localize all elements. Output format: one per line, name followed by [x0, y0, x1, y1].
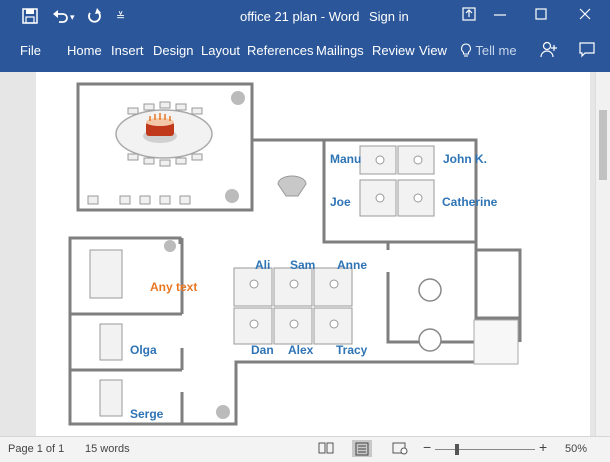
print-layout-icon[interactable]: [352, 440, 372, 457]
document-page[interactable]: Manu John K. Joe Catherine Ali Sam Anne …: [36, 72, 590, 436]
tell-me-label: Tell me: [475, 43, 517, 58]
vertical-scrollbar[interactable]: [595, 72, 610, 436]
undo-dropdown-icon[interactable]: ▾: [70, 12, 75, 23]
zoom-slider[interactable]: [435, 444, 535, 455]
customize-qat-icon[interactable]: ≚: [116, 10, 125, 23]
label-catherine: Catherine: [442, 195, 498, 209]
sign-in-link[interactable]: Sign in: [369, 9, 409, 24]
page-count[interactable]: Page 1 of 1: [8, 443, 64, 455]
label-olga: Olga: [130, 343, 157, 357]
label-alex: Alex: [288, 343, 314, 357]
zoom-out-button[interactable]: −: [423, 439, 431, 455]
label-sam: Sam: [290, 258, 316, 272]
tab-file[interactable]: File: [20, 43, 41, 58]
redo-icon[interactable]: [86, 8, 102, 24]
ribbon-display-icon[interactable]: [462, 7, 476, 21]
round-table: [418, 278, 442, 352]
tab-insert[interactable]: Insert: [111, 43, 144, 58]
document-title: office 21 plan - Word: [240, 9, 360, 24]
maximize-icon[interactable]: [534, 7, 548, 21]
web-layout-icon[interactable]: [392, 441, 408, 455]
close-icon[interactable]: [578, 7, 592, 21]
ribbon-tab-bar: File Home Insert Design Layout Reference…: [0, 36, 610, 72]
read-mode-icon[interactable]: [318, 441, 334, 455]
label-joe: Joe: [330, 195, 351, 209]
tab-view[interactable]: View: [419, 43, 447, 58]
lightbulb-icon: [460, 43, 472, 57]
floor-plan-drawing: [68, 82, 522, 426]
zoom-in-button[interactable]: +: [539, 439, 547, 455]
save-icon[interactable]: [22, 8, 38, 24]
title-bar: ▾ ≚ office 21 plan - Word Sign in: [0, 0, 610, 36]
lounge-sofa: [277, 175, 307, 197]
label-any-text[interactable]: Any text: [150, 280, 197, 294]
share-person-icon[interactable]: [540, 41, 558, 59]
label-anne: Anne: [337, 258, 367, 272]
tab-references[interactable]: References: [247, 43, 313, 58]
tab-review[interactable]: Review: [372, 43, 415, 58]
tab-mailings[interactable]: Mailings: [316, 43, 364, 58]
zoom-slider-thumb[interactable]: [455, 444, 459, 455]
label-john: John K.: [443, 152, 487, 166]
tab-design[interactable]: Design: [153, 43, 193, 58]
tab-home[interactable]: Home: [67, 43, 102, 58]
minimize-icon[interactable]: [493, 7, 507, 21]
scrollbar-thumb[interactable]: [599, 110, 607, 180]
label-ali: Ali: [255, 258, 271, 272]
restroom-tiles: [473, 319, 519, 365]
word-count[interactable]: 15 words: [85, 443, 130, 455]
label-tracy: Tracy: [336, 343, 368, 357]
comments-icon[interactable]: [579, 42, 595, 58]
label-dan: Dan: [251, 343, 274, 357]
label-manu: Manu: [330, 152, 362, 166]
undo-icon[interactable]: [52, 8, 70, 24]
document-area: Manu John K. Joe Catherine Ali Sam Anne …: [0, 72, 610, 436]
label-serge: Serge: [130, 407, 164, 421]
zoom-level[interactable]: 50%: [565, 443, 587, 455]
tab-layout[interactable]: Layout: [201, 43, 240, 58]
status-bar: Page 1 of 1 15 words − + 50%: [0, 436, 610, 462]
tell-me-box[interactable]: Tell me: [460, 43, 517, 58]
